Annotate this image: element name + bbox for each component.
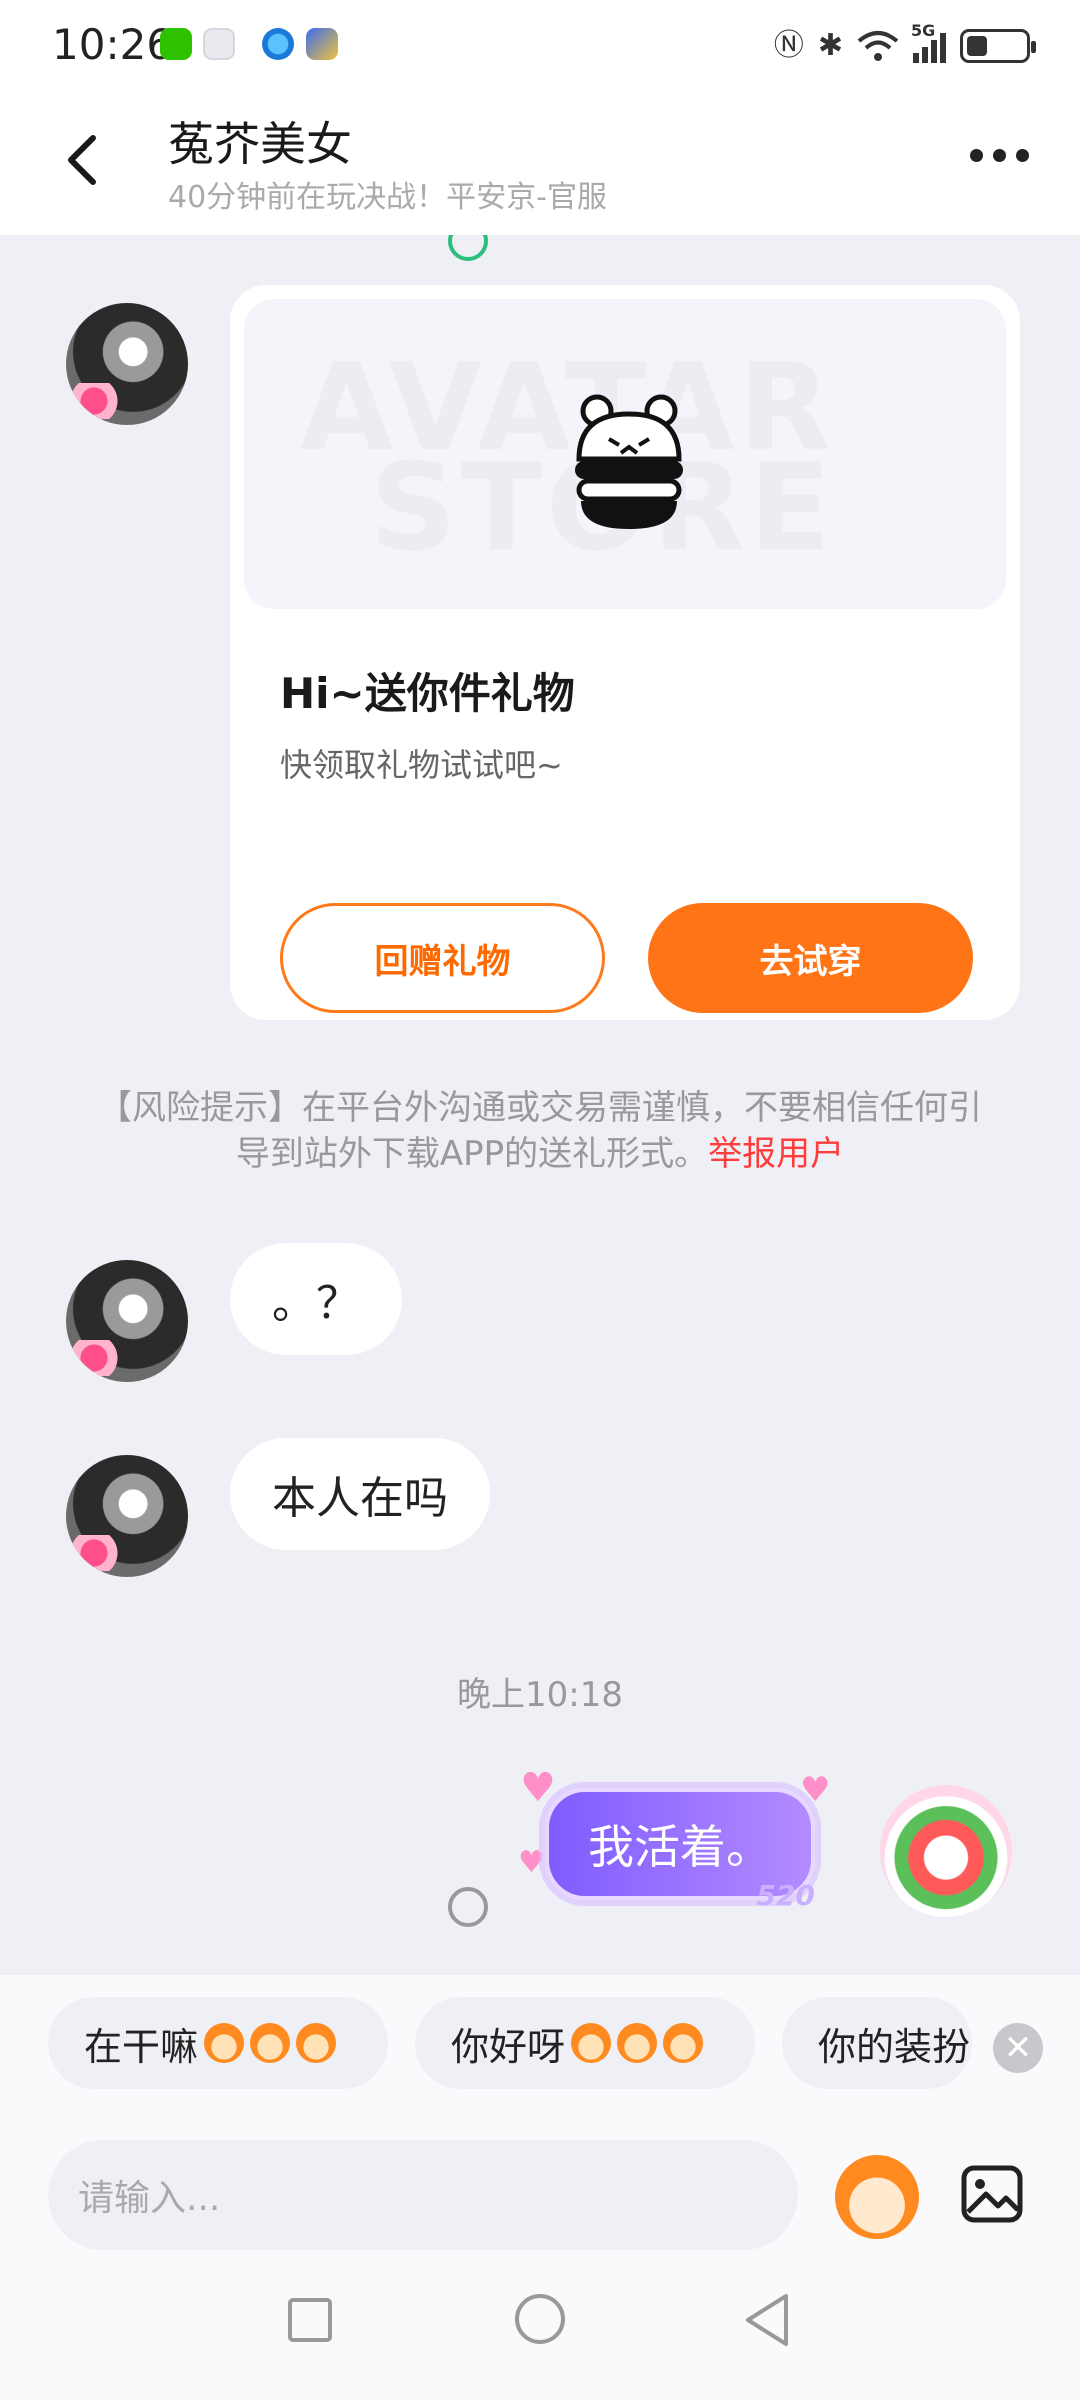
app-notification-icon xyxy=(203,28,235,60)
my-avatar[interactable] xyxy=(880,1785,1012,1917)
risk-notice-text: 【风险提示】在平台外沟通或交易需谨慎，不要相信任何引导到站外下载APP的送礼形式… xyxy=(98,1088,982,1174)
contact-avatar[interactable] xyxy=(66,1260,188,1382)
contact-name[interactable]: 菟芥美女 xyxy=(168,108,352,174)
burger-mascot-icon xyxy=(575,394,683,529)
chat-header: 菟芥美女 40分钟前在玩决战！平安京-官服 xyxy=(0,90,1080,235)
home-icon[interactable] xyxy=(515,2294,565,2344)
sending-indicator-icon xyxy=(448,1887,488,1927)
battery-icon xyxy=(960,29,1036,63)
report-user-link[interactable]: 举报用户 xyxy=(708,1134,844,1174)
system-nav-bar xyxy=(0,2260,1080,2400)
wifi-icon xyxy=(857,31,899,61)
chat-area[interactable]: AVATAR STORE Hi~送你件礼物 快领取礼物试试吧~ 回赠礼物 去试穿… xyxy=(0,235,1080,1975)
signal-label: 5G xyxy=(911,21,936,40)
message-input[interactable]: 请输入... xyxy=(48,2140,798,2250)
quick-reply-chip[interactable]: 你的装扮 xyxy=(782,1997,972,2089)
gift-card-subtitle: 快领取礼物试试吧~ xyxy=(280,746,563,784)
status-time: 10:26 xyxy=(52,20,174,69)
monkey-emoji-icon xyxy=(204,2023,245,2063)
close-quick-replies-icon[interactable]: ✕ xyxy=(993,2023,1043,2073)
browser-icon xyxy=(262,28,294,60)
heart-decoration-icon: ♥ xyxy=(518,1845,545,1880)
monkey-emoji-icon xyxy=(571,2023,612,2063)
status-indicator xyxy=(448,235,488,261)
risk-notice: 【风险提示】在平台外沟通或交易需谨慎，不要相信任何引导到站外下载APP的送礼形式… xyxy=(90,1085,990,1177)
quick-reply-label: 你的装扮 xyxy=(818,2024,971,2069)
status-icons: Ⓝ ✱ 5G xyxy=(773,21,1036,66)
back-icon[interactable] xyxy=(740,2290,796,2350)
signal-icon: 5G xyxy=(911,21,946,63)
my-message-text: 我活着。 xyxy=(588,1820,772,1874)
contact-avatar[interactable] xyxy=(66,303,188,425)
game-app-icon xyxy=(306,28,338,60)
contact-status: 40分钟前在玩决战！平安京-官服 xyxy=(168,180,607,215)
monkey-emoji-icon xyxy=(617,2023,658,2063)
contact-avatar[interactable] xyxy=(66,1455,188,1577)
try-on-button[interactable]: 去试穿 xyxy=(648,903,973,1013)
return-gift-button[interactable]: 回赠礼物 xyxy=(280,903,605,1013)
quick-reply-chip[interactable]: 你好呀 xyxy=(415,1997,755,2089)
message-timestamp: 晚上10:18 xyxy=(457,1675,623,1715)
monkey-emoji-icon xyxy=(296,2023,337,2063)
recent-apps-icon[interactable] xyxy=(288,2298,332,2342)
more-options-icon[interactable] xyxy=(970,140,1030,170)
status-bar: 10:26 Ⓝ ✱ 5G xyxy=(0,0,1080,90)
bluetooth-icon: ✱ xyxy=(817,28,843,63)
quick-reply-label: 你好呀 xyxy=(451,2024,566,2069)
heart-decoration-icon: ♥ xyxy=(520,1765,556,1811)
gift-card-image: AVATAR STORE xyxy=(244,299,1006,609)
nfc-icon: Ⓝ xyxy=(773,28,804,63)
my-message-bubble[interactable]: 我活着。 520 xyxy=(545,1788,815,1912)
input-bar: 请输入... xyxy=(0,2100,1080,2260)
gift-card: AVATAR STORE Hi~送你件礼物 快领取礼物试试吧~ 回赠礼物 去试穿 xyxy=(230,285,1020,1020)
emoji-picker-icon[interactable] xyxy=(835,2155,919,2239)
quick-reply-label: 在干嘛 xyxy=(84,2024,199,2069)
monkey-emoji-icon xyxy=(663,2023,704,2063)
wechat-icon xyxy=(160,28,192,60)
message-bubble[interactable]: 本人在吗 xyxy=(230,1438,490,1550)
monkey-emoji-icon xyxy=(250,2023,291,2063)
back-arrow-icon[interactable] xyxy=(55,120,115,200)
gift-card-title: Hi~送你件礼物 xyxy=(280,669,575,718)
image-picker-icon[interactable] xyxy=(960,2162,1024,2226)
bubble-tag: 520 xyxy=(756,1879,815,1912)
quick-reply-chip[interactable]: 在干嘛 xyxy=(48,1997,388,2089)
message-bubble[interactable]: 。？ xyxy=(230,1243,402,1355)
quick-replies: 在干嘛 你好呀 你的装扮 ✕ xyxy=(0,1975,1080,2100)
